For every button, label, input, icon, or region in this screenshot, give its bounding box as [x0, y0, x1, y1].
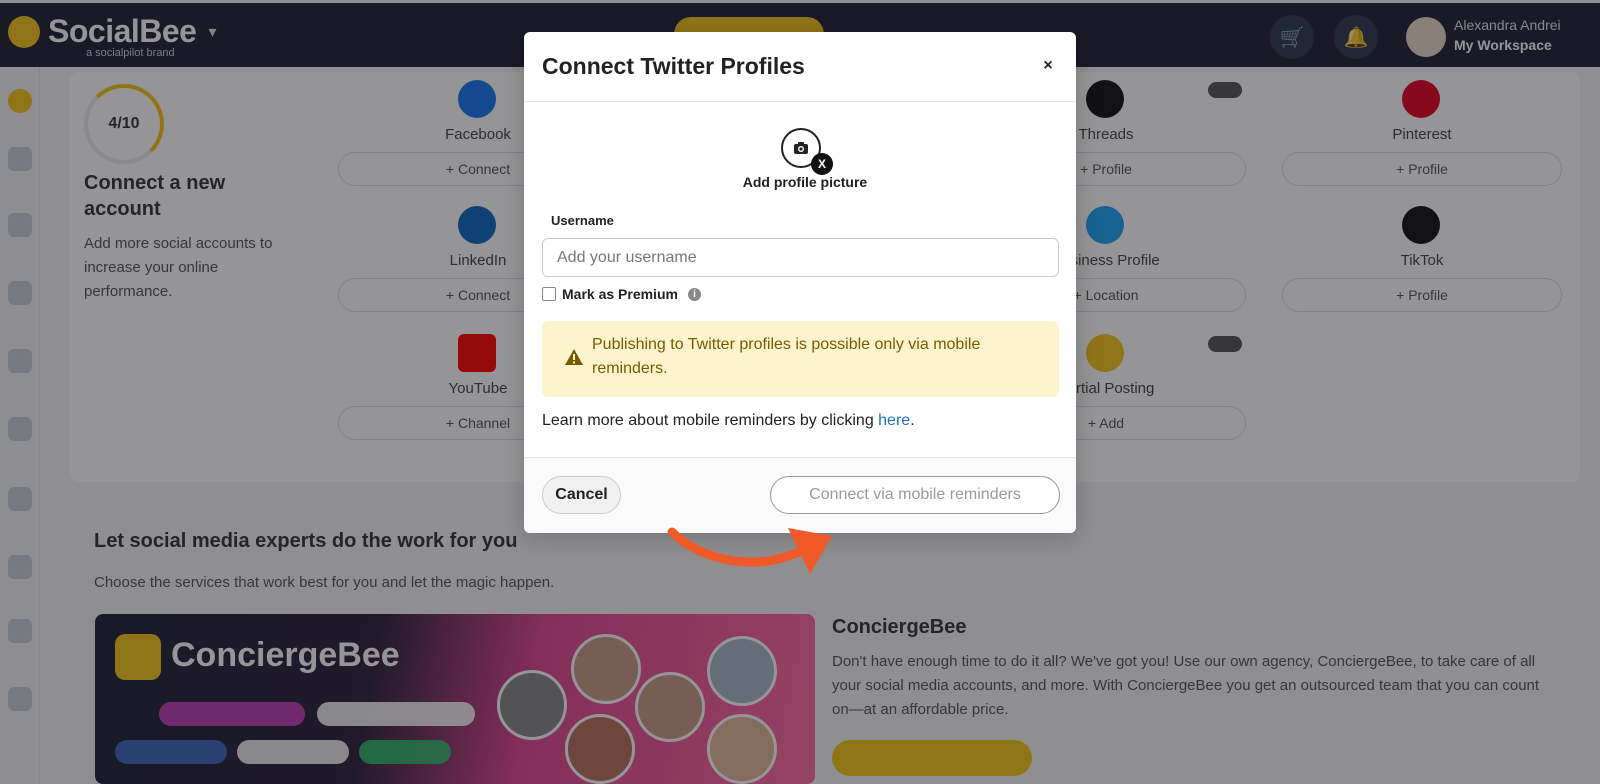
connect-twitter-modal: Connect Twitter Profiles × X Add profile… — [524, 32, 1076, 533]
mark-as-premium-row: Mark as Premium i — [542, 286, 701, 302]
connect-via-mobile-reminders-button[interactable]: Connect via mobile reminders — [770, 476, 1060, 514]
warning-text: Publishing to Twitter profiles is possib… — [592, 336, 981, 377]
username-input[interactable] — [542, 238, 1059, 277]
mark-as-premium-checkbox[interactable] — [542, 287, 556, 301]
annotation-arrow-icon — [667, 527, 832, 574]
username-label: Username — [551, 213, 614, 228]
camera-icon — [794, 142, 808, 154]
add-profile-picture-label[interactable]: Add profile picture — [524, 174, 1076, 190]
cancel-button[interactable]: Cancel — [542, 476, 621, 514]
warning-icon — [565, 349, 583, 365]
close-icon[interactable]: × — [1036, 54, 1060, 78]
learn-more-link[interactable]: here — [878, 412, 910, 429]
modal-header: Connect Twitter Profiles × — [524, 32, 1076, 102]
x-logo-icon: X — [811, 153, 833, 175]
warning-alert: Publishing to Twitter profiles is possib… — [542, 321, 1059, 397]
mark-as-premium-label[interactable]: Mark as Premium — [562, 286, 678, 302]
info-icon[interactable]: i — [687, 287, 701, 301]
learn-more-text: Learn more about mobile reminders by cli… — [542, 412, 915, 430]
modal-title: Connect Twitter Profiles — [542, 53, 805, 79]
learn-more-suffix: . — [910, 412, 915, 429]
learn-more-prefix: Learn more about mobile reminders by cli… — [542, 412, 879, 429]
